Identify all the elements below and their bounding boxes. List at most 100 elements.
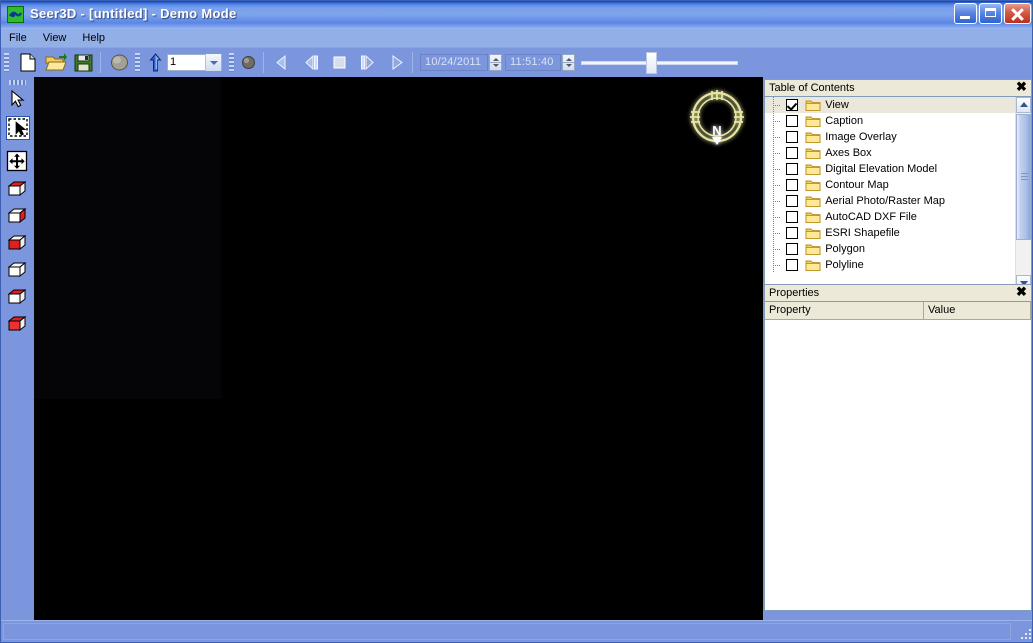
new-file-button[interactable] — [16, 51, 39, 74]
date-field[interactable]: 10/24/2011 — [420, 54, 488, 71]
toc-item-label: Contour Map — [825, 179, 889, 191]
toc-checkbox[interactable] — [786, 179, 799, 191]
view-bottom-tool[interactable] — [6, 205, 30, 229]
close-button[interactable] — [1004, 3, 1031, 24]
folder-icon — [805, 227, 821, 240]
time-slider-thumb[interactable] — [646, 52, 657, 74]
toolbar-separator-1 — [100, 52, 101, 73]
toolbar-grip-2[interactable] — [135, 53, 140, 72]
toc-item-contour-map[interactable]: Contour Map — [765, 177, 1015, 193]
layer-combo[interactable]: 1 — [167, 54, 222, 71]
viewport-inner-region — [34, 77, 221, 399]
toc-checkbox[interactable] — [786, 259, 799, 271]
toc-title-bar: Table of Contents ✖ — [764, 79, 1032, 96]
tree-line-icon — [769, 193, 783, 209]
toc-checkbox[interactable] — [786, 243, 799, 255]
folder-icon — [805, 163, 821, 176]
toc-item-label: Polygon — [825, 243, 865, 255]
toc-item-label: Polyline — [825, 259, 864, 271]
toc-checkbox[interactable] — [786, 99, 799, 111]
folder-icon — [805, 115, 821, 128]
time-slider-track[interactable] — [581, 61, 738, 65]
properties-panel: Properties ✖ Property Value — [764, 284, 1032, 611]
toc-checkbox[interactable] — [786, 147, 799, 159]
toc-checkbox[interactable] — [786, 131, 799, 143]
time-field[interactable]: 11:51:40 — [505, 54, 561, 71]
view-front-tool[interactable] — [6, 232, 30, 256]
toc-tree[interactable]: View Caption Image Overlay Axes Box Digi… — [765, 97, 1015, 291]
compass-rose-icon: N — [683, 85, 751, 153]
pan-tool[interactable] — [6, 150, 30, 174]
properties-title-label: Properties — [769, 287, 820, 299]
toolbar-grip-1[interactable] — [4, 53, 9, 72]
maximize-button[interactable] — [979, 3, 1002, 24]
toc-checkbox[interactable] — [786, 211, 799, 223]
tree-line-icon — [769, 241, 783, 257]
view-right-tool[interactable] — [6, 313, 30, 337]
menu-help[interactable]: Help — [74, 29, 113, 48]
toc-item-image-overlay[interactable]: Image Overlay — [765, 129, 1015, 145]
step-back-button[interactable] — [300, 51, 323, 74]
scene-viewport[interactable]: N — [34, 77, 763, 620]
date-spinner[interactable] — [489, 54, 502, 71]
tree-line-icon — [769, 177, 783, 193]
toc-checkbox[interactable] — [786, 115, 799, 127]
tools-toolbar-grip[interactable] — [9, 80, 26, 85]
toc-checkbox[interactable] — [786, 227, 799, 239]
time-spinner[interactable] — [562, 54, 575, 71]
main-toolbar: 1 10/24/2011 11:51:40 — [1, 48, 1032, 77]
minimize-button[interactable] — [954, 3, 977, 24]
play-button[interactable] — [385, 51, 408, 74]
select-rectangle-tool[interactable] — [6, 116, 30, 140]
print-button[interactable] — [108, 51, 131, 74]
app-icon — [7, 6, 24, 23]
toc-scrollbar[interactable] — [1015, 97, 1031, 291]
toc-item-polyline[interactable]: Polyline — [765, 257, 1015, 273]
toc-item-aerial-photo-raster-map[interactable]: Aerial Photo/Raster Map — [765, 193, 1015, 209]
properties-column-property[interactable]: Property — [765, 302, 924, 320]
save-file-button[interactable] — [72, 51, 95, 74]
properties-title-bar: Properties ✖ — [764, 284, 1032, 301]
properties-grid-header: Property Value — [765, 302, 1031, 320]
view-back-tool[interactable] — [6, 259, 30, 283]
toc-checkbox[interactable] — [786, 195, 799, 207]
toc-item-label: Aerial Photo/Raster Map — [825, 195, 946, 207]
toc-item-label: ESRI Shapefile — [825, 227, 900, 239]
toc-item-esri-shapefile[interactable]: ESRI Shapefile — [765, 225, 1015, 241]
stop-button[interactable] — [328, 51, 351, 74]
render-sphere-button[interactable] — [237, 51, 260, 74]
folder-icon — [805, 211, 821, 224]
resize-grip-icon[interactable] — [1018, 626, 1032, 640]
toc-item-view[interactable]: View — [765, 97, 1015, 113]
view-left-tool[interactable] — [6, 286, 30, 310]
tree-line-icon — [769, 113, 783, 129]
menu-view[interactable]: View — [35, 29, 75, 48]
status-text — [3, 623, 1011, 640]
view-top-tool[interactable] — [6, 178, 30, 202]
viewport-container: N — [34, 77, 763, 620]
rewind-button[interactable] — [271, 51, 294, 74]
tree-line-icon — [769, 145, 783, 161]
properties-close-icon[interactable]: ✖ — [1015, 285, 1028, 299]
step-forward-button[interactable] — [356, 51, 379, 74]
chevron-down-icon[interactable] — [205, 54, 221, 71]
pointer-tool[interactable] — [6, 88, 30, 112]
toc-item-autocad-dxf-file[interactable]: AutoCAD DXF File — [765, 209, 1015, 225]
open-file-button[interactable] — [44, 51, 67, 74]
scrollbar-thumb[interactable] — [1016, 114, 1031, 240]
scroll-up-icon[interactable] — [1016, 97, 1031, 113]
menu-file[interactable]: File — [1, 29, 35, 48]
toc-item-axes-box[interactable]: Axes Box — [765, 145, 1015, 161]
toc-item-caption[interactable]: Caption — [765, 113, 1015, 129]
toc-close-icon[interactable]: ✖ — [1015, 80, 1028, 94]
toc-checkbox[interactable] — [786, 163, 799, 175]
toc-item-label: View — [825, 99, 849, 111]
properties-column-value[interactable]: Value — [924, 302, 1031, 320]
toc-item-digital-elevation-model[interactable]: Digital Elevation Model — [765, 161, 1015, 177]
tree-line-icon — [769, 225, 783, 241]
toc-item-polygon[interactable]: Polygon — [765, 241, 1015, 257]
application-window: Seer3D - [untitled] - Demo Mode File Vie… — [0, 0, 1033, 643]
toolbar-grip-3[interactable] — [229, 53, 234, 72]
tools-toolbar — [1, 77, 34, 620]
elevation-up-button[interactable] — [144, 51, 167, 74]
